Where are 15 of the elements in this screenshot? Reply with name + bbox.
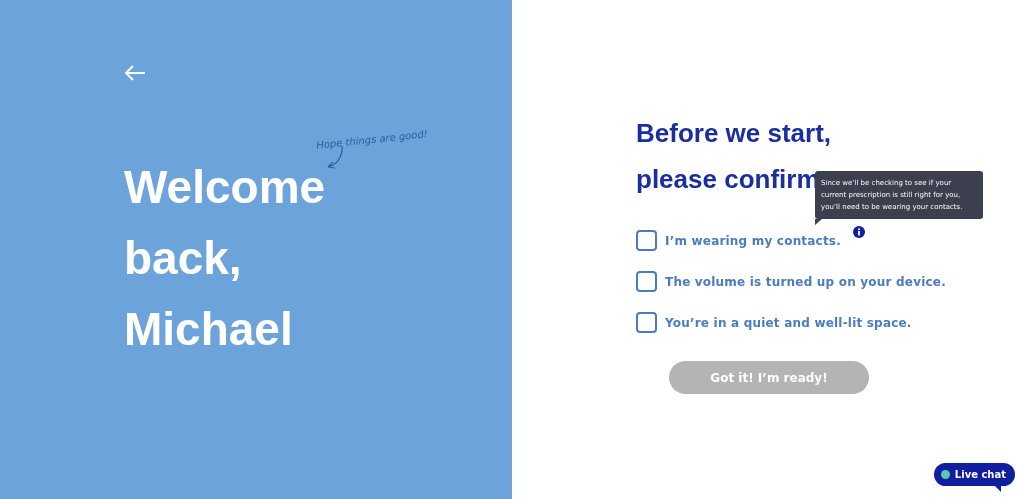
status-dot-icon [940,470,950,479]
back-arrow-icon[interactable] [124,64,146,82]
welcome-heading-line: back, [124,231,242,286]
welcome-heading-line: Michael [124,302,293,357]
checkbox-label: The volume is turned up on your device. [665,274,946,289]
checkbox-label: You’re in a quiet and well-lit space. [665,315,912,330]
checkbox[interactable] [636,230,657,251]
checkbox[interactable] [636,312,657,333]
checkbox[interactable] [636,271,657,292]
info-icon[interactable] [852,226,865,238]
tooltip-pointer [815,219,822,225]
checkbox-label: I’m wearing my contacts. [665,233,841,248]
handwritten-note: Hope things are good! [315,128,429,151]
welcome-heading-line: Welcome [124,160,326,215]
confirm-heading-line: Before we start, [636,117,832,150]
